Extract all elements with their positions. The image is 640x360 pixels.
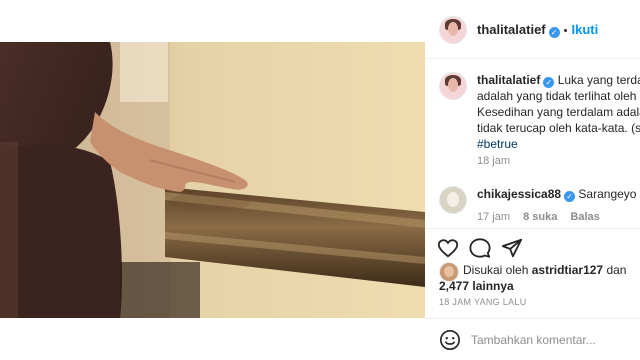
photo-top-bar (0, 0, 425, 42)
likes-and: dan (606, 263, 627, 277)
heart-icon[interactable] (437, 237, 459, 259)
comment-icon[interactable] (469, 237, 491, 259)
verified-badge-icon: ✓ (543, 77, 555, 88)
comment-text: Sarangeyo (578, 187, 637, 201)
comment-avatar[interactable] (439, 186, 467, 214)
comment-meta: 17 jam 8 suka Balas (477, 211, 600, 223)
separator-dot: • (563, 25, 568, 37)
caption-line-1: thalitalatief✓ Luka yang terdalam (477, 73, 640, 88)
comment-likes[interactable]: 8 suka (523, 211, 557, 223)
comment-input[interactable]: Tambahkan komentar... (471, 333, 596, 347)
post-timestamp: 18 JAM YANG LALU (439, 297, 527, 307)
caption-hashtag[interactable]: #betrue (477, 136, 640, 152)
caption-line-2: adalah yang tidak terlihat oleh m (477, 89, 640, 103)
caption-time: 18 jam (477, 155, 511, 167)
header-identity: thalitalatief ✓ • Ikuti (477, 21, 598, 39)
post-username[interactable]: thalitalatief (477, 22, 546, 37)
caption-avatar[interactable] (439, 72, 467, 100)
post-header: thalitalatief ✓ • Ikuti (425, 0, 640, 59)
caption-text-1: Luka yang terdalam (557, 73, 640, 87)
comment-username[interactable]: chikajessica88 (477, 187, 561, 201)
caption-line-3: Kesedihan yang terdalam adalah (477, 105, 640, 119)
comment-time: 17 jam (477, 211, 511, 223)
share-icon[interactable] (501, 237, 523, 259)
photo-bottom-bar (0, 318, 425, 360)
photo-illustration (0, 42, 425, 318)
follow-button[interactable]: Ikuti (571, 22, 598, 37)
likes-prefix: Disukai oleh (463, 263, 529, 277)
comment: chikajessica88✓ Sarangeyo 😘 (477, 187, 640, 202)
avatar[interactable] (439, 16, 467, 44)
likes-line-1: Disukai oleh astridtiar127 dan (463, 263, 626, 277)
verified-badge-icon: ✓ (564, 191, 576, 202)
likes-count[interactable]: 2,477 lainnya (439, 279, 514, 293)
liker-username[interactable]: astridtiar127 (532, 263, 603, 277)
verified-badge-icon: ✓ (548, 27, 560, 38)
reply-button[interactable]: Balas (570, 211, 599, 223)
emoji-icon[interactable] (439, 329, 461, 351)
caption: thalitalatief✓ Luka yang terdalam adalah… (477, 72, 640, 152)
caption-username[interactable]: thalitalatief (477, 73, 540, 87)
add-comment-bar: Tambahkan komentar... (425, 318, 640, 360)
post-photo[interactable] (0, 42, 425, 318)
post-panel: thalitalatief ✓ • Ikuti thalitalatief ✓ Luka… (425, 0, 640, 360)
action-bar (425, 228, 640, 261)
caption-line-4: tidak terucap oleh kata-kata. (se (477, 121, 640, 135)
